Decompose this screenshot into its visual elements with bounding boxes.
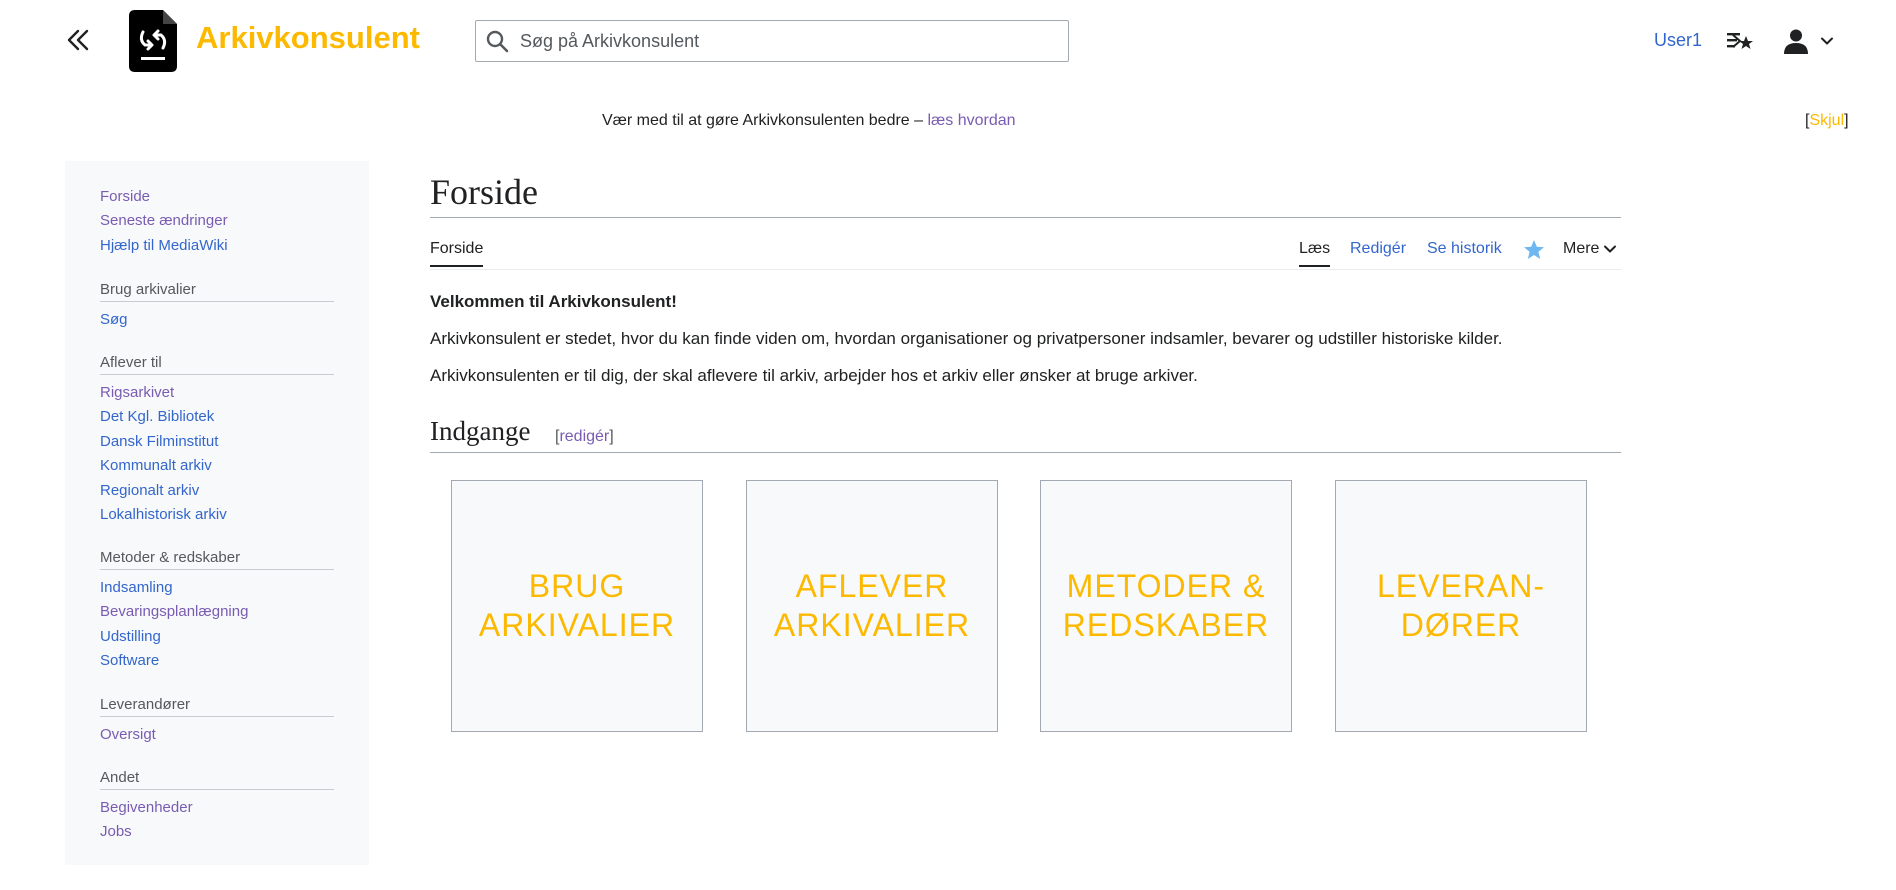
sidebar-item-indsamling[interactable]: Indsamling: [100, 576, 334, 600]
collapse-sidebar-button[interactable]: [62, 24, 94, 56]
sidebar-item-regionalt-arkiv[interactable]: Regionalt arkiv: [100, 479, 334, 503]
section-edit: [redigér]: [555, 428, 614, 445]
main-content: Forside Forside Læs Redigér Se historik …: [430, 170, 1621, 732]
tab-edit[interactable]: Redigér: [1350, 240, 1406, 265]
sidebar-item-kgl-bibliotek[interactable]: Det Kgl. Bibliotek: [100, 405, 334, 429]
search-box[interactable]: [475, 20, 1069, 62]
sidebar-item-forside[interactable]: Forside: [100, 185, 334, 209]
page-tabs: Forside Læs Redigér Se historik Mere: [430, 218, 1621, 270]
tile-brug-arkivalier[interactable]: BRUG ARKIVALIER: [451, 480, 703, 732]
sidebar-item-udstilling[interactable]: Udstilling: [100, 625, 334, 649]
sidebar-heading: Leverandører: [100, 696, 334, 717]
watchlist-icon[interactable]: [1726, 28, 1754, 54]
sidebar: Forside Seneste ændringer Hjælp til Medi…: [65, 161, 369, 865]
section-heading: Indgange: [430, 416, 531, 446]
sidebar-item-sog[interactable]: Søg: [100, 308, 334, 332]
sidebar-item-lokalhistorisk-arkiv[interactable]: Lokalhistorisk arkiv: [100, 503, 334, 527]
sidebar-item-software[interactable]: Software: [100, 649, 334, 673]
dismiss-notice-link[interactable]: Skjul: [1809, 112, 1844, 129]
tile-metoder-redskaber[interactable]: METODER & REDSKABER: [1040, 480, 1292, 732]
user-avatar-icon: [1784, 29, 1808, 54]
more-menu-button[interactable]: Mere: [1563, 240, 1617, 258]
sidebar-group-brug-arkivalier: Brug arkivalier Søg: [100, 281, 334, 332]
chevron-down-icon: [1821, 37, 1833, 45]
sidebar-heading: Andet: [100, 769, 334, 790]
site-notice: Vær med til at gøre Arkivkonsulenten bed…: [0, 110, 1896, 134]
sidebar-item-bevaringsplanlaegning[interactable]: Bevaringsplanlægning: [100, 600, 334, 624]
tile-label: METODER & REDSKABER: [1062, 568, 1270, 643]
sidebar-group-andet: Andet Begivenheder Jobs: [100, 769, 334, 845]
tab-history[interactable]: Se historik: [1427, 240, 1502, 265]
sidebar-item-kommunalt-arkiv[interactable]: Kommunalt arkiv: [100, 454, 334, 478]
tile-aflever-arkivalier[interactable]: AFLEVER ARKIVALIER: [746, 480, 998, 732]
page-title: Forside: [430, 170, 1621, 218]
sidebar-heading: Brug arkivalier: [100, 281, 334, 302]
notice-link[interactable]: læs hvordan: [928, 112, 1016, 129]
watch-star-icon[interactable]: [1523, 239, 1545, 261]
sidebar-item-rigsarkivet[interactable]: Rigsarkivet: [100, 381, 334, 405]
notice-dismiss: [Skjul]: [1805, 112, 1849, 129]
user-menu-button[interactable]: [1783, 26, 1835, 56]
section-indgange: Indgange [redigér]: [430, 416, 1621, 453]
site-title-link[interactable]: Arkivkonsulent: [196, 20, 420, 56]
tile-label: BRUG ARKIVALIER: [478, 568, 676, 643]
sidebar-item-jobs[interactable]: Jobs: [100, 820, 334, 844]
tab-read[interactable]: Læs: [1299, 240, 1331, 267]
sidebar-heading: Aflever til: [100, 354, 334, 375]
header: Arkivkonsulent User1: [0, 0, 1896, 80]
sidebar-group-metoder: Metoder & redskaber Indsamling Bevarings…: [100, 549, 334, 674]
welcome-heading: Velkommen til Arkivkonsulent!: [430, 292, 677, 311]
sidebar-heading: Metoder & redskaber: [100, 549, 334, 570]
search-icon: [476, 21, 518, 61]
sidebar-group-aflever-til: Aflever til Rigsarkivet Det Kgl. Bibliot…: [100, 354, 334, 527]
intro-paragraph-2: Arkivkonsulenten er til dig, der skal af…: [430, 366, 1198, 385]
chevron-down-icon: [1604, 245, 1617, 253]
sidebar-item-help[interactable]: Hjælp til MediaWiki: [100, 234, 334, 258]
intro-paragraph-1: Arkivkonsulent er stedet, hvor du kan fi…: [430, 329, 1503, 348]
search-input[interactable]: [518, 22, 1068, 60]
sidebar-item-oversigt[interactable]: Oversigt: [100, 723, 334, 747]
sidebar-item-filminstitut[interactable]: Dansk Filminstitut: [100, 430, 334, 454]
section-edit-link[interactable]: redigér: [559, 428, 609, 445]
site-logo[interactable]: [129, 10, 177, 72]
sidebar-navigation: Forside Seneste ændringer Hjælp til Medi…: [100, 185, 334, 258]
tab-forside[interactable]: Forside: [430, 240, 484, 267]
tile-leverandorer[interactable]: LEVERAN- DØRER: [1335, 480, 1587, 732]
double-chevron-left-icon: [67, 29, 89, 51]
archive-file-logo-icon: [129, 10, 177, 72]
more-menu-label: Mere: [1563, 240, 1600, 257]
sidebar-item-begivenheder[interactable]: Begivenheder: [100, 796, 334, 820]
tile-label: LEVERAN- DØRER: [1376, 568, 1546, 643]
sidebar-item-recent-changes[interactable]: Seneste ændringer: [100, 209, 334, 233]
notice-text: Vær med til at gøre Arkivkonsulenten bed…: [602, 112, 1016, 129]
sidebar-group-leverandorer: Leverandører Oversigt: [100, 696, 334, 747]
user-page-link[interactable]: User1: [1654, 30, 1702, 51]
tile-label: AFLEVER ARKIVALIER: [773, 568, 971, 643]
